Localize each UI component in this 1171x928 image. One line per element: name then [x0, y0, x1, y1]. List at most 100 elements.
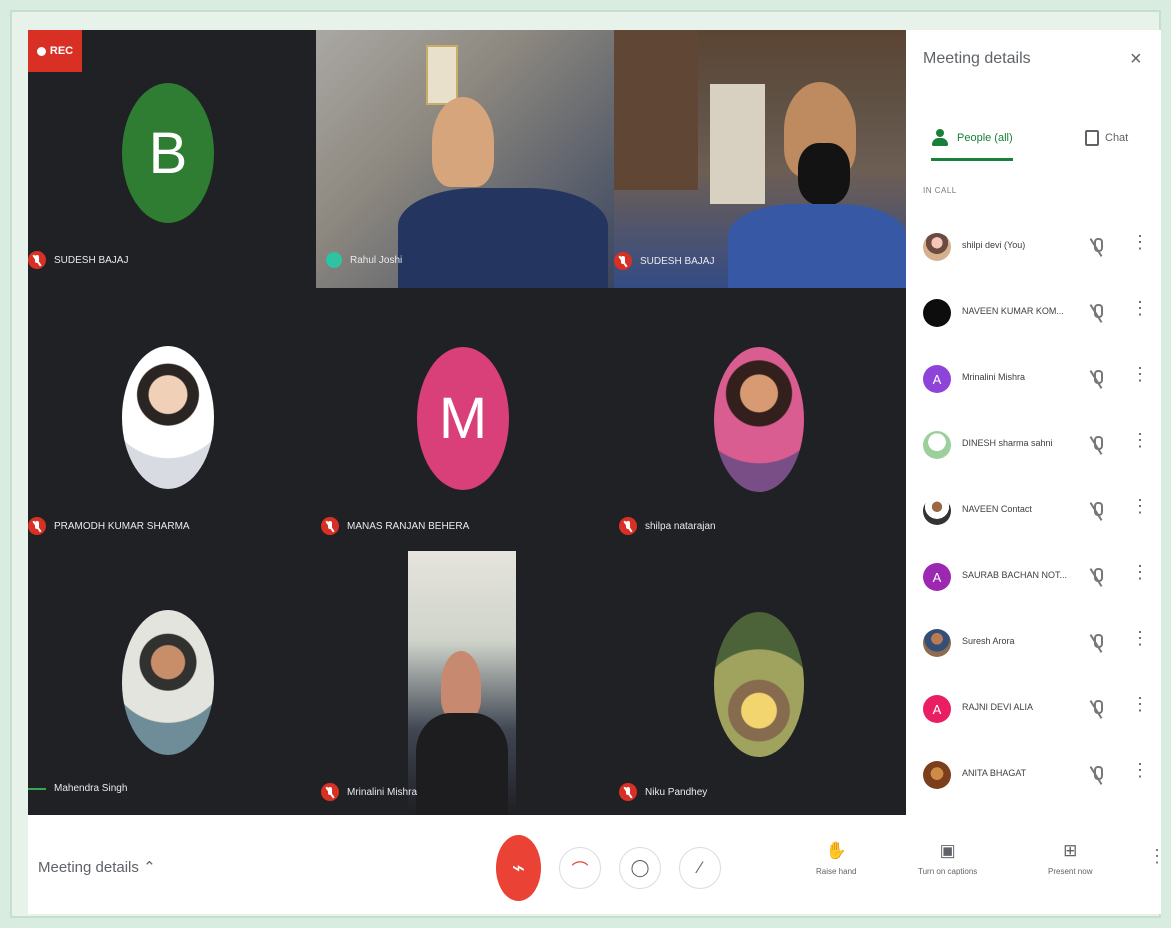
- captions-toggle-button[interactable]: ⁄: [679, 847, 721, 889]
- microphone-off-icon[interactable]: [1090, 633, 1103, 653]
- participant-name-tag: SUDESH BAJAJ: [614, 252, 714, 270]
- participant-list-name: Mrinalini Mishra: [962, 372, 1026, 382]
- participant-name: Mahendra Singh: [54, 783, 128, 794]
- participant-row[interactable]: A RAJNI DEVI ALIA ⋮: [906, 682, 1161, 748]
- participant-shirt: [416, 713, 508, 815]
- participant-tile[interactable]: M MANAS RANJAN BEHERA: [316, 288, 614, 551]
- more-options-icon[interactable]: ⋮: [1131, 431, 1149, 457]
- more-options-icon[interactable]: ⋮: [1131, 299, 1149, 325]
- close-icon[interactable]: ×: [1130, 49, 1148, 69]
- more-options-icon[interactable]: ⋮: [1131, 233, 1149, 259]
- present-now-icon: ⊞: [1063, 841, 1078, 860]
- panel-tabs: People (all) Chat: [931, 118, 1151, 161]
- video-grid: B SUDESH BAJAJ Rahul Joshi SUDESH BAJAJ …: [28, 30, 906, 815]
- participant-list-name: SAURAB BACHAN NOT...: [962, 570, 1068, 580]
- participant-avatar: [923, 629, 951, 657]
- participant-row[interactable]: A SAURAB BACHAN NOT... ⋮: [906, 550, 1161, 616]
- more-options-icon[interactable]: ⋮: [1131, 629, 1149, 655]
- participant-name-tag: MANAS RANJAN BEHERA: [321, 517, 469, 535]
- microphone-off-icon[interactable]: [1090, 435, 1103, 455]
- raise-hand-button[interactable]: ✋ Raise hand: [816, 841, 856, 876]
- recording-dot-icon: [36, 46, 46, 56]
- participant-avatar: [923, 497, 951, 525]
- more-options-icon[interactable]: ⋮: [1131, 497, 1149, 523]
- participant-name: SUDESH BAJAJ: [54, 254, 129, 266]
- speaking-indicator-icon: [326, 252, 342, 268]
- participant-list-name: RAJNI DEVI ALIA: [962, 702, 1034, 712]
- microphone-off-icon[interactable]: [1090, 765, 1103, 785]
- microphone-off-icon[interactable]: [1090, 237, 1103, 257]
- microphone-off-icon[interactable]: [1090, 567, 1103, 587]
- more-options-icon[interactable]: ⋮: [1131, 761, 1149, 787]
- present-now-button[interactable]: ⊞ Present now: [1048, 841, 1092, 876]
- face-mask: [798, 143, 850, 205]
- microphone-off-icon[interactable]: [1090, 501, 1103, 521]
- bookshelf: [614, 30, 698, 190]
- participant-list-name: DINESH sharma sahni: [962, 438, 1053, 448]
- recording-label: REC: [49, 45, 74, 57]
- participant-avatar: [923, 431, 951, 459]
- participant-video-rahul[interactable]: Rahul Joshi: [316, 30, 614, 288]
- participant-name: SUDESH BAJAJ: [640, 255, 715, 267]
- books-stack: [710, 84, 765, 204]
- participant-row[interactable]: Suresh Arora ⋮: [906, 616, 1161, 682]
- participant-shirt: [398, 188, 608, 288]
- microphone-off-icon[interactable]: [1090, 303, 1103, 323]
- chat-icon: [1085, 130, 1099, 146]
- meeting-details-button[interactable]: Meeting details ⌃: [38, 858, 156, 876]
- microphone-toggle-button[interactable]: ⌁: [496, 835, 541, 901]
- participant-tile[interactable]: PRAMODH KUMAR SHARMA: [28, 288, 316, 551]
- participant-name-tag: Mrinalini Mishra: [321, 783, 417, 801]
- microphone-off-icon: [28, 251, 46, 269]
- participant-list-name: ANITA BHAGAT: [962, 768, 1027, 778]
- participant-tile[interactable]: Niku Pandhey: [614, 551, 906, 815]
- participant-row[interactable]: A Mrinalini Mishra ⋮: [906, 352, 1161, 418]
- wall-picture: [426, 45, 458, 105]
- participant-avatar-letter: A: [923, 365, 951, 393]
- participant-tile[interactable]: shilpa natarajan: [614, 288, 906, 551]
- participant-name: PRAMODH KUMAR SHARMA: [54, 520, 190, 532]
- camera-toggle-button[interactable]: ◯: [619, 847, 661, 889]
- participant-name-tag: SUDESH BAJAJ: [28, 251, 128, 269]
- tab-people[interactable]: People (all): [931, 118, 1013, 161]
- hang-up-button[interactable]: ⌒: [559, 847, 601, 889]
- people-icon: [931, 129, 951, 147]
- microphone-off-icon: [321, 783, 339, 801]
- recording-badge: REC: [28, 30, 82, 72]
- participant-row[interactable]: ANITA BHAGAT ⋮: [906, 748, 1161, 814]
- participant-row[interactable]: NAVEEN Contact ⋮: [906, 484, 1161, 550]
- participant-name-tag: Niku Pandhey: [619, 783, 707, 801]
- participant-avatar: [923, 299, 951, 327]
- more-options-icon[interactable]: ⋮: [1131, 365, 1149, 391]
- chevron-up-icon: ⌃: [143, 859, 156, 876]
- participant-tile[interactable]: Mahendra Singh: [28, 551, 316, 815]
- participant-photo-avatar: [122, 610, 214, 755]
- participant-row[interactable]: DINESH sharma sahni ⋮: [906, 418, 1161, 484]
- more-options-icon[interactable]: ⋮: [1131, 563, 1149, 589]
- avatar-letter-b: B: [122, 83, 214, 223]
- participant-video-sudesh[interactable]: SUDESH BAJAJ: [614, 30, 906, 288]
- participant-row[interactable]: shilpi devi (You) ⋮: [906, 220, 1161, 286]
- meeting-details-panel: Meeting details × People (all) Chat IN C…: [906, 30, 1161, 815]
- participant-name: Rahul Joshi: [350, 254, 403, 266]
- participant-photo-avatar: [122, 346, 214, 489]
- participant-name-tag: Mahendra Singh: [28, 783, 127, 794]
- participant-photo-avatar: [714, 347, 804, 492]
- microphone-off-icon[interactable]: [1090, 369, 1103, 389]
- active-speaker-line-icon: [28, 787, 46, 790]
- participant-shirt: [728, 204, 906, 288]
- tab-chat[interactable]: Chat: [1085, 118, 1141, 158]
- participant-avatar: [923, 233, 951, 261]
- participant-tile[interactable]: Mrinalini Mishra: [316, 551, 614, 815]
- microphone-off-icon[interactable]: [1090, 699, 1103, 719]
- more-options-icon[interactable]: ⋮: [1131, 695, 1149, 721]
- more-options-icon[interactable]: ⋮: [1148, 847, 1166, 875]
- captions-label: Turn on captions: [918, 867, 978, 876]
- participant-name: MANAS RANJAN BEHERA: [347, 520, 470, 532]
- raise-hand-label: Raise hand: [816, 867, 857, 876]
- avatar-letter-m: M: [417, 347, 509, 490]
- raise-hand-icon: ✋: [825, 841, 847, 860]
- turn-on-captions-button[interactable]: ▣ Turn on captions: [918, 841, 977, 876]
- participant-row[interactable]: NAVEEN KUMAR KOM... ⋮: [906, 286, 1161, 352]
- microphone-off-icon: [619, 783, 637, 801]
